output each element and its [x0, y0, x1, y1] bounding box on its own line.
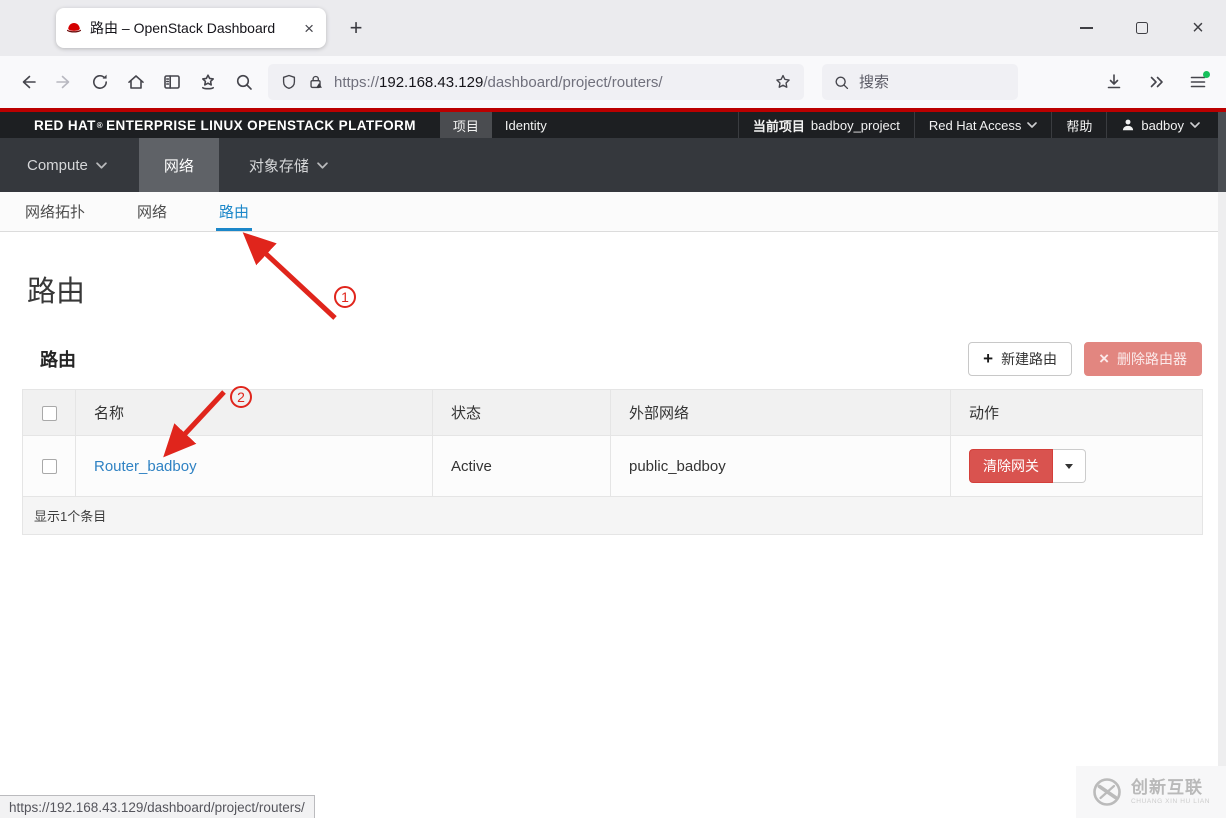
subtab-routers[interactable]: 路由 [216, 192, 253, 231]
nav-compute[interactable]: Compute [11, 138, 123, 192]
network-subtabs: 网络拓扑 网络 路由 [0, 192, 1226, 232]
dashboard-navbar: Compute 网络 对象存储 [0, 138, 1226, 192]
items-count: 显示1个条目 [22, 496, 1203, 535]
page-title: 路由 [27, 276, 86, 308]
caret-down-icon [1065, 463, 1073, 469]
watermark: 创新互联 CHUANG XIN HU LIAN [1076, 766, 1226, 818]
tracking-shield-icon[interactable] [280, 73, 298, 91]
window-minimize-button[interactable] [1058, 0, 1114, 56]
create-router-button[interactable]: + 新建路由 [968, 342, 1073, 376]
column-header-actions: 动作 [950, 389, 1203, 436]
redhat-favicon-icon [66, 20, 82, 36]
user-menu[interactable]: badboy [1106, 112, 1214, 138]
current-project: 当前项目 badboy_project [737, 112, 914, 138]
chevron-down-icon [1190, 122, 1200, 128]
bookmark-star-icon[interactable] [774, 73, 792, 91]
tab-title: 路由 – OpenStack Dashboard [90, 20, 276, 36]
sidebar-icon[interactable] [154, 64, 190, 100]
window-close-button[interactable]: × [1170, 0, 1226, 56]
url-text: https://192.168.43.129/dashboard/project… [334, 73, 663, 91]
browser-toolbar: https://192.168.43.129/dashboard/project… [0, 56, 1226, 108]
column-header-name: 名称 [75, 389, 433, 436]
chevron-down-icon [1027, 122, 1038, 128]
window-maximize-button[interactable] [1114, 0, 1170, 56]
row-actions-dropdown-button[interactable] [1053, 449, 1086, 483]
nav-object-store[interactable]: 对象存储 [233, 138, 344, 192]
forward-icon[interactable] [46, 64, 82, 100]
topbar-tab-identity[interactable]: Identity [492, 112, 560, 138]
hamburger-menu-icon[interactable] [1180, 64, 1216, 100]
x-icon: × [1099, 349, 1109, 368]
router-status: Active [432, 435, 611, 497]
insecure-lock-icon[interactable] [307, 73, 325, 91]
tab-close-icon[interactable]: × [302, 20, 316, 37]
table-footer-row: 显示1个条目 [22, 496, 1203, 535]
subtab-networks[interactable]: 网络 [137, 192, 167, 231]
row-checkbox[interactable] [41, 459, 57, 475]
subtab-network-topology[interactable]: 网络拓扑 [25, 192, 85, 231]
browser-tabstrip: 路由 – OpenStack Dashboard × + × [0, 0, 1226, 56]
column-header-status: 状态 [432, 389, 611, 436]
select-all-checkbox-cell [22, 389, 76, 436]
chevron-down-icon [96, 161, 107, 169]
watermark-name: 创新互联 [1131, 778, 1203, 798]
chevron-down-icon [317, 161, 328, 169]
back-icon[interactable] [10, 64, 46, 100]
topbar-tab-project[interactable]: 项目 [439, 112, 492, 138]
watermark-logo-icon [1091, 776, 1123, 808]
home-icon[interactable] [118, 64, 154, 100]
router-external-network: public_badboy [610, 435, 951, 497]
clear-gateway-button[interactable]: 清除网关 [969, 449, 1053, 483]
watermark-subtitle: CHUANG XIN HU LIAN [1131, 797, 1211, 805]
overflow-chevrons-icon[interactable] [1138, 64, 1174, 100]
redhat-access-menu[interactable]: Red Hat Access [913, 112, 1052, 138]
new-tab-button[interactable]: + [341, 13, 371, 43]
openstack-topbar: RED HAT ® ENTERPRISE LINUX OPENSTACK PLATF… [0, 112, 1226, 138]
table-row: Router_badboy Active public_badboy 清除网关 [22, 435, 1203, 497]
help-link[interactable]: 帮助 [1051, 112, 1106, 138]
select-all-checkbox[interactable] [41, 405, 57, 421]
browser-tab[interactable]: 路由 – OpenStack Dashboard × [56, 8, 326, 48]
user-icon [1121, 118, 1135, 132]
bookmarks-menu-icon[interactable] [190, 64, 226, 100]
page-scrollbar[interactable] [1218, 112, 1226, 818]
reload-icon[interactable] [82, 64, 118, 100]
nav-network[interactable]: 网络 [138, 138, 219, 192]
menu-notification-dot [1203, 71, 1210, 78]
redhat-brand-logo: RED HAT ® ENTERPRISE LINUX OPENSTACK PLATF… [34, 117, 416, 133]
table-header-row: 名称 状态 外部网络 动作 [22, 389, 1203, 436]
delete-router-button[interactable]: × 删除路由器 [1084, 342, 1202, 376]
plus-icon: + [983, 349, 994, 368]
link-status-bar: https://192.168.43.129/dashboard/project… [0, 795, 315, 818]
router-name-link[interactable]: Router_badboy [94, 458, 197, 475]
scrollbar-thumb[interactable] [1218, 112, 1226, 192]
column-header-external-network: 外部网络 [610, 389, 951, 436]
search-box[interactable] [822, 64, 1018, 100]
toolbar-search-icon[interactable] [226, 64, 262, 100]
routers-table: 名称 状态 外部网络 动作 Router_badboy Active publi… [22, 389, 1203, 535]
table-section-title: 路由 [40, 350, 76, 370]
search-input[interactable] [859, 73, 989, 91]
url-bar[interactable]: https://192.168.43.129/dashboard/project… [268, 64, 804, 100]
downloads-icon[interactable] [1096, 64, 1132, 100]
